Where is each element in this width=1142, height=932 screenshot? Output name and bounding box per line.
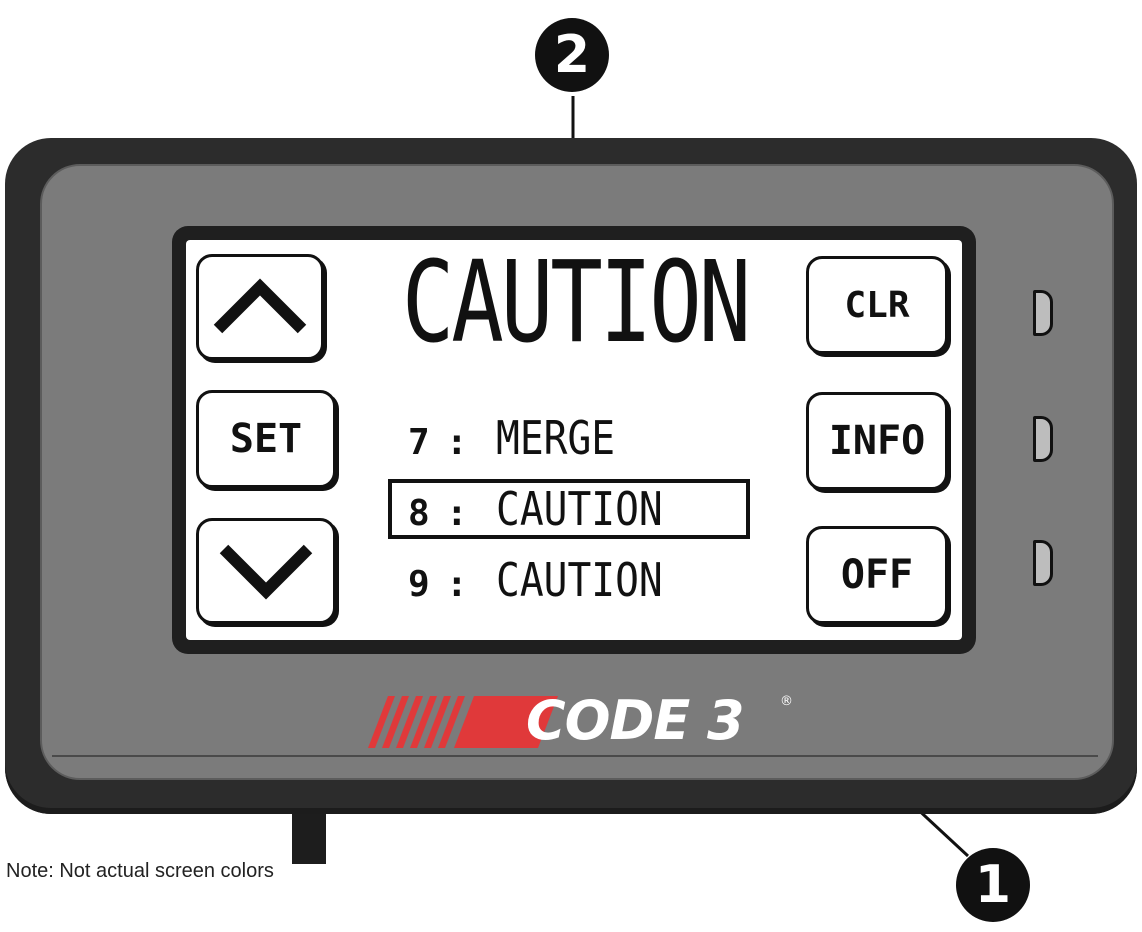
logo-wordmark: CODE 3 [526, 689, 745, 752]
list-item-number: 7 [408, 422, 430, 463]
callout-2: 2 [535, 18, 609, 92]
list-item-separator: : [446, 422, 468, 463]
list-item-separator: : [446, 564, 468, 605]
clear-button[interactable]: CLR [806, 256, 948, 354]
faceplate-divider [52, 755, 1098, 757]
screen-title: CAUTION [401, 238, 751, 368]
code3-logo: CODE 3 ® [368, 689, 793, 752]
list-item[interactable]: 9: CAUTION [408, 552, 690, 608]
indicator-led-top [1033, 290, 1053, 336]
info-button[interactable]: INFO [806, 392, 948, 490]
indicator-led-bottom [1033, 540, 1053, 586]
footnote: Note: Not actual screen colors [6, 860, 274, 882]
list-item-number: 8 [408, 493, 430, 534]
chevron-down-icon [219, 544, 313, 600]
list-item-name: CAUTION [496, 553, 663, 607]
list-item-name: MERGE [496, 411, 616, 465]
list-item[interactable]: 7: MERGE [408, 410, 634, 466]
device-cable [292, 812, 326, 864]
logo-registered-mark: ® [780, 694, 793, 709]
up-button[interactable] [196, 254, 324, 360]
list-item-name: CAUTION [496, 482, 663, 536]
set-button[interactable]: SET [196, 390, 336, 488]
list-item-number: 9 [408, 564, 430, 605]
chevron-up-icon [213, 278, 307, 334]
off-button[interactable]: OFF [806, 526, 948, 624]
down-button[interactable] [196, 518, 336, 624]
callout-1: 1 [956, 848, 1030, 922]
indicator-led-middle [1033, 416, 1053, 462]
list-item-selected[interactable]: 8: CAUTION [408, 481, 690, 537]
list-item-separator: : [446, 493, 468, 534]
